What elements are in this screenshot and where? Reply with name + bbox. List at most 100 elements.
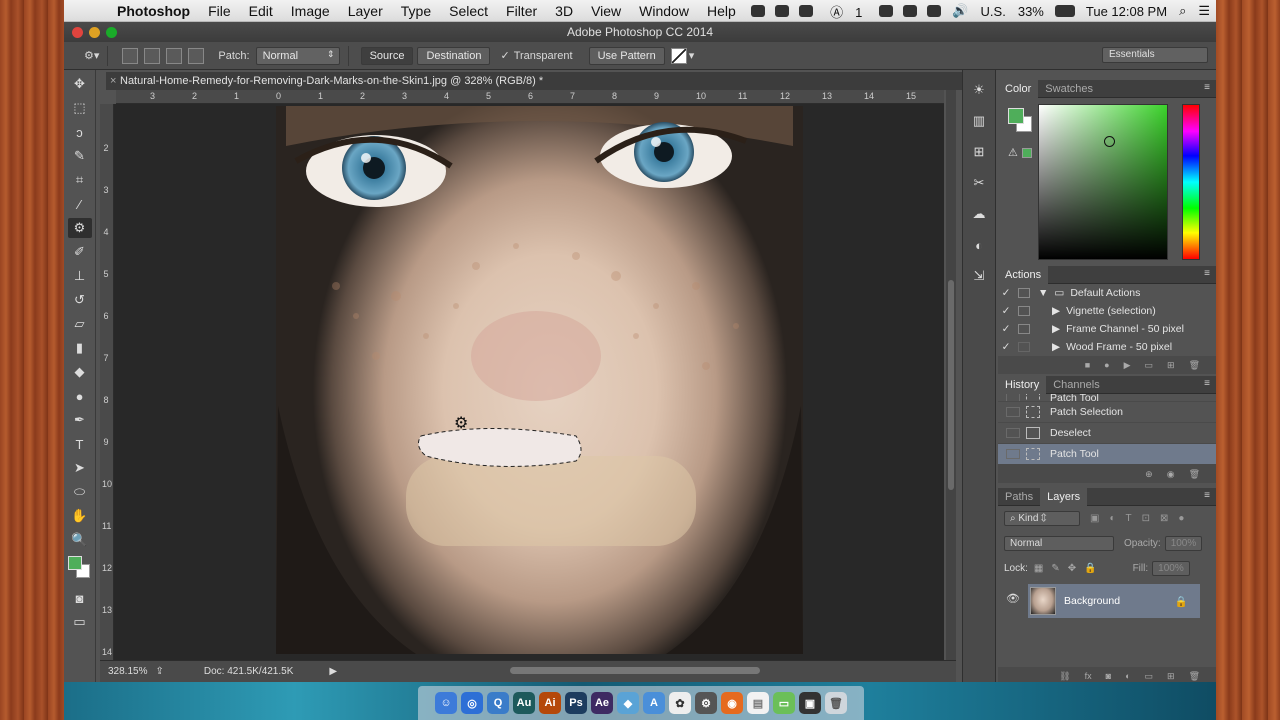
- new-set-icon[interactable]: ▭: [1145, 360, 1154, 371]
- patch-mode-select[interactable]: Normal: [255, 46, 340, 65]
- adjustment-layer-icon[interactable]: ◐: [1125, 671, 1130, 681]
- history-item[interactable]: Patch Selection: [998, 402, 1216, 423]
- eraser-tool-icon[interactable]: ▱: [68, 314, 92, 334]
- panel-menu-icon[interactable]: ≡: [1204, 268, 1210, 279]
- delete-icon[interactable]: 🗑: [1189, 469, 1200, 480]
- new-selection-icon[interactable]: [122, 47, 139, 64]
- close-window-button[interactable]: [72, 27, 83, 38]
- styles-panel-icon[interactable]: ◐: [968, 234, 990, 256]
- action-set-row[interactable]: ✓ ▼ ▭ Default Actions: [998, 284, 1216, 302]
- workspace-switcher[interactable]: Essentials: [1102, 47, 1208, 63]
- checkmark-icon[interactable]: ✓: [998, 305, 1014, 317]
- lasso-tool-icon[interactable]: ↄ: [68, 122, 92, 142]
- zoom-tool-icon[interactable]: 🔍: [68, 530, 92, 550]
- volume-icon[interactable]: 🔊: [946, 3, 974, 19]
- libraries-panel-icon[interactable]: ☁: [968, 203, 990, 225]
- subtract-selection-icon[interactable]: [166, 47, 183, 64]
- vertical-ruler[interactable]: 2 3 4 5 6 7 8 9 10 11 12 13 14: [100, 104, 114, 660]
- action-row[interactable]: ✓ ▶ Frame Channel - 50 pixel: [998, 320, 1216, 338]
- pattern-picker-icon[interactable]: [670, 47, 687, 64]
- intersect-selection-icon[interactable]: [188, 47, 205, 64]
- firefox-icon[interactable]: ◉: [721, 692, 743, 714]
- checkmark-icon[interactable]: ✓: [998, 341, 1014, 353]
- link-layers-icon[interactable]: ⛓: [1059, 671, 1070, 682]
- minimize-window-button[interactable]: [89, 27, 100, 38]
- document-photo[interactable]: ⚙: [276, 106, 803, 654]
- action-row[interactable]: ✓ ▶ Wood Frame - 50 pixel: [998, 338, 1216, 356]
- panel-menu-icon[interactable]: ≡: [1204, 490, 1210, 501]
- crop-tool-icon[interactable]: ⌗: [68, 170, 92, 190]
- folder-icon[interactable]: ▭: [773, 692, 795, 714]
- spotlight-icon[interactable]: ⌕: [1173, 3, 1192, 19]
- filter-toggle-icon[interactable]: ●: [1178, 513, 1184, 524]
- finder-icon[interactable]: ☺: [435, 692, 457, 714]
- document-tab[interactable]: × Natural-Home-Remedy-for-Removing-Dark-…: [106, 72, 974, 90]
- tools-presets-icon[interactable]: ✂: [968, 172, 990, 194]
- vertical-scroll-thumb[interactable]: [948, 280, 954, 490]
- app-store-icon[interactable]: A: [643, 692, 665, 714]
- battery-percent[interactable]: 33%: [1012, 4, 1050, 19]
- panel-menu-icon[interactable]: ≡: [1204, 82, 1210, 93]
- creative-cloud-icon[interactable]: [775, 5, 790, 17]
- delete-layer-icon[interactable]: 🗑: [1189, 671, 1200, 682]
- gamut-warning-icon[interactable]: ⚠: [1008, 146, 1018, 159]
- marquee-tool-icon[interactable]: ⬚: [68, 98, 92, 118]
- gradient-tool-icon[interactable]: ▮: [68, 338, 92, 358]
- screen-mode-icon[interactable]: ▭: [68, 612, 92, 632]
- tab-swatches[interactable]: Swatches: [1038, 83, 1100, 95]
- dialog-toggle[interactable]: [1018, 288, 1030, 298]
- horizontal-scroll-thumb[interactable]: [510, 667, 760, 674]
- export-icon[interactable]: ⇪: [155, 666, 163, 677]
- color-panel-foreground[interactable]: [1008, 108, 1024, 124]
- stop-icon[interactable]: ■: [1085, 360, 1090, 370]
- adjustments-panel-icon[interactable]: ☀: [968, 79, 990, 101]
- eyedropper-tool-icon[interactable]: ⁄: [68, 194, 92, 214]
- action-row[interactable]: ✓ ▶ Vignette (selection): [998, 302, 1216, 320]
- panel-menu-icon[interactable]: ≡: [1204, 378, 1210, 389]
- move-tool-icon[interactable]: ✥: [68, 74, 92, 94]
- clock[interactable]: Tue 12:08 PM: [1080, 4, 1173, 19]
- menu-window[interactable]: Window: [630, 3, 698, 19]
- foreground-color-swatch[interactable]: [68, 556, 82, 570]
- expand-icon[interactable]: ▶: [1052, 341, 1060, 353]
- checkmark-icon[interactable]: ✓: [998, 287, 1014, 299]
- terminal-icon[interactable]: ▣: [799, 692, 821, 714]
- history-brush-tool-icon[interactable]: ↺: [68, 290, 92, 310]
- dodge-tool-icon[interactable]: ●: [68, 386, 92, 406]
- tab-history[interactable]: History: [998, 375, 1047, 394]
- gamut-color-swatch[interactable]: [1022, 148, 1032, 158]
- clone-stamp-tool-icon[interactable]: ⊥: [68, 266, 92, 286]
- horizontal-ruler[interactable]: 3 2 1 0 1 2 3 4 5 6 7 8 9 10 11 12 13 14…: [116, 90, 944, 104]
- dropbox-icon[interactable]: [799, 5, 814, 17]
- new-layer-icon[interactable]: ⊞: [1167, 671, 1175, 682]
- blur-tool-icon[interactable]: ◆: [68, 362, 92, 382]
- safari-icon[interactable]: ◎: [461, 692, 483, 714]
- time-machine-icon[interactable]: [879, 5, 894, 17]
- adobe-badge[interactable]: Ⓐ 1: [818, 2, 874, 21]
- document-size[interactable]: Doc: 421.5K/421.5K: [204, 666, 294, 677]
- sketch-icon[interactable]: ◆: [617, 692, 639, 714]
- input-source[interactable]: U.S.: [975, 4, 1012, 19]
- quicktime-icon[interactable]: Q: [487, 692, 509, 714]
- brush-tool-icon[interactable]: ✐: [68, 242, 92, 262]
- patch-tool-preset-icon[interactable]: ⚙▾: [84, 49, 99, 62]
- menu-file[interactable]: File: [199, 3, 240, 19]
- patch-tool-icon[interactable]: ⚙: [67, 218, 92, 238]
- pen-tool-icon[interactable]: ✒: [68, 410, 92, 430]
- menu-type[interactable]: Type: [392, 3, 440, 19]
- use-pattern-button[interactable]: Use Pattern: [588, 46, 665, 65]
- expand-icon[interactable]: ▶: [1052, 323, 1060, 335]
- visibility-eye-icon[interactable]: 👁: [1006, 592, 1020, 605]
- menu-select[interactable]: Select: [440, 3, 497, 19]
- color-spectrum-field[interactable]: [1038, 104, 1168, 260]
- tab-channels[interactable]: Channels: [1046, 379, 1106, 391]
- blend-mode-select[interactable]: Normal: [1004, 536, 1114, 551]
- menu-help[interactable]: Help: [698, 3, 745, 19]
- menu-filter[interactable]: Filter: [497, 3, 546, 19]
- zoom-window-button[interactable]: [106, 27, 117, 38]
- expand-icon[interactable]: ▶: [1052, 305, 1060, 317]
- status-menu-arrow-icon[interactable]: ▶: [329, 666, 337, 677]
- tab-actions[interactable]: Actions: [998, 265, 1049, 284]
- tab-layers[interactable]: Layers: [1040, 487, 1088, 506]
- source-button[interactable]: Source: [360, 46, 414, 65]
